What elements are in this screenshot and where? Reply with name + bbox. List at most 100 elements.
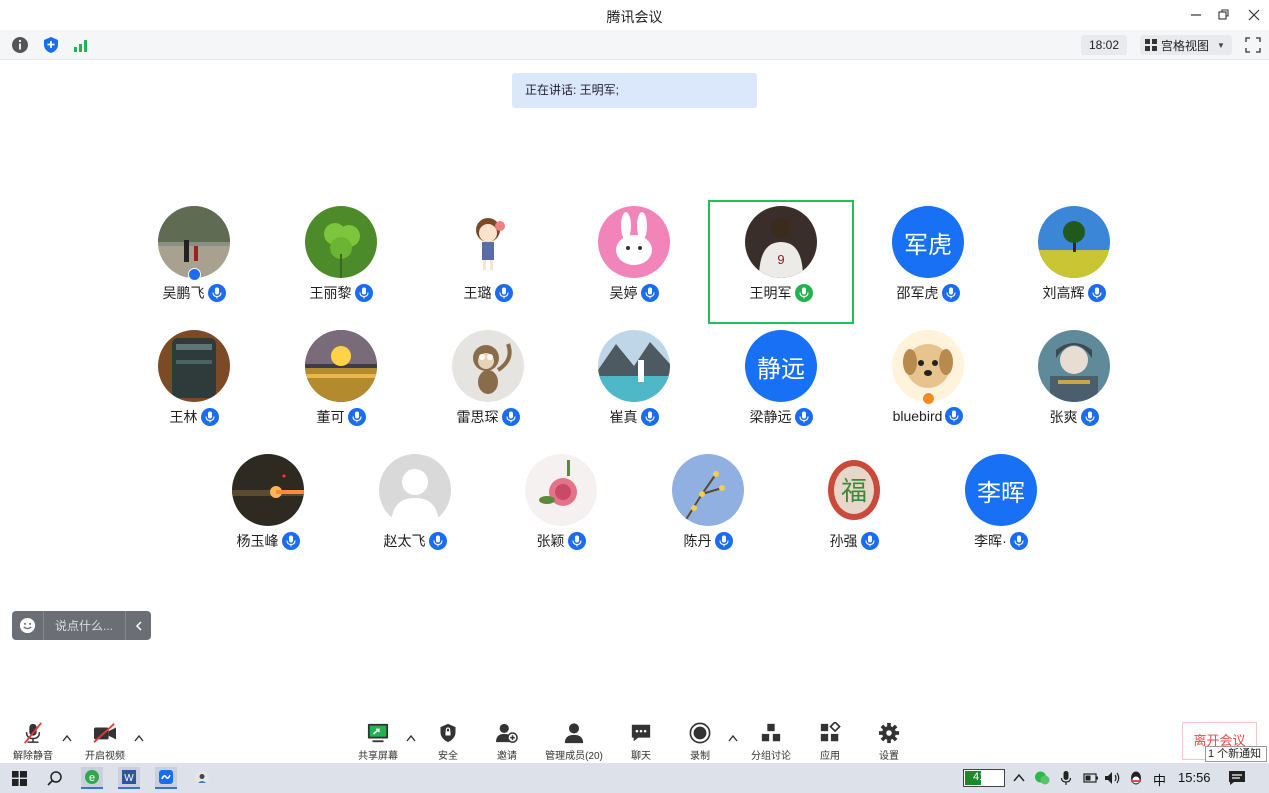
- participant-name: 赵太飞: [383, 533, 426, 549]
- signal-strength-icon[interactable]: [72, 36, 90, 54]
- record-options-chevron-icon[interactable]: [727, 733, 739, 743]
- participant-name-row: 赵太飞: [342, 531, 488, 551]
- share-screen-button[interactable]: 共享屏幕: [348, 720, 408, 762]
- mic-on-icon: [281, 532, 300, 550]
- participant-tile[interactable]: 静远 梁静远: [708, 324, 854, 448]
- participant-tile[interactable]: 雷思琛: [415, 324, 561, 448]
- minimize-button[interactable]: [1186, 5, 1206, 25]
- participant-avatar: [305, 330, 377, 402]
- mic-on-icon: [200, 408, 219, 426]
- settings-button[interactable]: 设置: [859, 720, 919, 762]
- video-options-chevron-icon[interactable]: [133, 733, 145, 743]
- windows-start-icon[interactable]: [8, 767, 30, 789]
- participant-tile[interactable]: 张爽: [1001, 324, 1147, 448]
- participant-tile[interactable]: bluebird: [855, 324, 1001, 448]
- restore-button[interactable]: [1214, 5, 1234, 25]
- participant-tile[interactable]: 李晖 李晖·: [928, 448, 1074, 572]
- participant-name: 王璐: [463, 285, 492, 301]
- participant-name-row: 董可: [268, 407, 414, 427]
- participant-name-row: 邵军虎: [855, 283, 1001, 303]
- share-options-chevron-icon[interactable]: [405, 733, 417, 743]
- participant-tile[interactable]: 陈丹: [635, 448, 781, 572]
- participant-tile[interactable]: 董可: [268, 324, 414, 448]
- shield-icon: [440, 723, 456, 743]
- participant-name-row: 王丽黎: [268, 283, 414, 303]
- participant-tile[interactable]: 杨玉峰: [195, 448, 341, 572]
- participant-name: 陈丹: [683, 533, 712, 549]
- participant-avatar: [1038, 330, 1110, 402]
- participant-name-row: bluebird: [855, 407, 1001, 425]
- mic-on-icon: [494, 284, 513, 302]
- participant-avatar: [598, 330, 670, 402]
- chat-input[interactable]: 说点什么...: [44, 617, 125, 634]
- host-badge-icon: [188, 268, 201, 281]
- search-icon[interactable]: [44, 767, 66, 789]
- emoji-icon[interactable]: [12, 611, 44, 640]
- participant-tile[interactable]: 王璐: [415, 200, 561, 324]
- collapse-chevron-icon[interactable]: [125, 611, 151, 640]
- participant-avatar: 静远: [745, 330, 817, 402]
- participant-tile[interactable]: 吴婷: [561, 200, 707, 324]
- participant-tile[interactable]: 王丽黎: [268, 200, 414, 324]
- participant-tile[interactable]: 崔真: [561, 324, 707, 448]
- participant-tile[interactable]: 刘高辉: [1001, 200, 1147, 324]
- svg-text:e: e: [89, 772, 95, 784]
- unmute-button[interactable]: 解除静音: [3, 720, 63, 762]
- user-app-icon[interactable]: [191, 767, 213, 789]
- meeting-time: 18:02: [1081, 35, 1127, 55]
- manage-members-button[interactable]: 管理成员(20): [536, 720, 612, 762]
- participant-tile[interactable]: 军虎 邵军虎: [855, 200, 1001, 324]
- battery-tray-icon[interactable]: [1083, 772, 1099, 784]
- chat-button[interactable]: 聊天: [611, 720, 671, 762]
- notification-tooltip[interactable]: 1 个新通知: [1205, 746, 1267, 762]
- action-center-icon[interactable]: [1228, 770, 1246, 786]
- invite-button[interactable]: 邀请: [477, 720, 537, 762]
- info-icon[interactable]: [11, 36, 29, 54]
- audio-options-chevron-icon[interactable]: [61, 733, 73, 743]
- volume-icon[interactable]: [1104, 770, 1122, 786]
- apps-button[interactable]: 应用: [800, 720, 860, 762]
- participant-tile[interactable]: 9 王明军: [708, 200, 854, 324]
- participant-name: 董可: [316, 409, 345, 425]
- mic-on-icon: [714, 532, 733, 550]
- ime-indicator[interactable]: 中: [1153, 770, 1166, 789]
- start-video-button[interactable]: 开启视频: [75, 720, 135, 762]
- window-title: 腾讯会议: [606, 9, 663, 25]
- participant-tile[interactable]: 福孙强: [781, 448, 927, 572]
- svg-text:W: W: [124, 773, 134, 784]
- record-button[interactable]: 录制: [670, 720, 730, 762]
- start-video-label: 开启视频: [85, 751, 125, 762]
- meeting-window: 腾讯会议 18:02 宫格视图 ▼ 正在讲话: 王明军; 吴鹏飞 王丽黎 王璐 …: [0, 0, 1269, 763]
- close-button[interactable]: [1244, 5, 1264, 25]
- participant-name: 王林: [169, 409, 198, 425]
- participant-avatar: 福: [818, 454, 890, 526]
- participant-avatar: [598, 206, 670, 278]
- mic-on-icon: [354, 284, 373, 302]
- word-app-icon[interactable]: W: [118, 767, 140, 789]
- participant-name: 张爽: [1049, 409, 1078, 425]
- breakout-rooms-button[interactable]: 分组讨论: [741, 720, 801, 762]
- mic-on-icon: [501, 408, 520, 426]
- invite-label: 邀请: [497, 751, 517, 762]
- browser-ie-icon[interactable]: e: [81, 767, 103, 789]
- battery-indicator[interactable]: 41%: [963, 769, 1005, 787]
- participant-name-row: 孙强: [781, 531, 927, 551]
- participant-tile[interactable]: 张颖: [488, 448, 634, 572]
- system-clock[interactable]: 15:56: [1178, 770, 1211, 785]
- participant-avatar: [452, 330, 524, 402]
- participant-tile[interactable]: 王林: [121, 324, 267, 448]
- view-mode-dropdown[interactable]: 宫格视图 ▼: [1140, 35, 1232, 55]
- participant-tile[interactable]: 赵太飞: [342, 448, 488, 572]
- speaking-indicator: 正在讲话: 王明军;: [512, 73, 757, 108]
- security-shield-icon[interactable]: [42, 36, 60, 54]
- tray-expand-chevron-icon[interactable]: [1012, 772, 1026, 784]
- participant-tile[interactable]: 吴鹏飞: [121, 200, 267, 324]
- microphone-tray-icon[interactable]: [1060, 770, 1072, 786]
- security-button[interactable]: 安全: [418, 720, 478, 762]
- qq-tray-icon[interactable]: [1128, 770, 1144, 786]
- fullscreen-icon[interactable]: [1245, 37, 1261, 53]
- tencent-meeting-app-icon[interactable]: [155, 767, 177, 789]
- quick-chat-bar[interactable]: 说点什么...: [12, 611, 151, 640]
- wechat-tray-icon[interactable]: [1034, 770, 1050, 786]
- participant-avatar: [232, 454, 304, 526]
